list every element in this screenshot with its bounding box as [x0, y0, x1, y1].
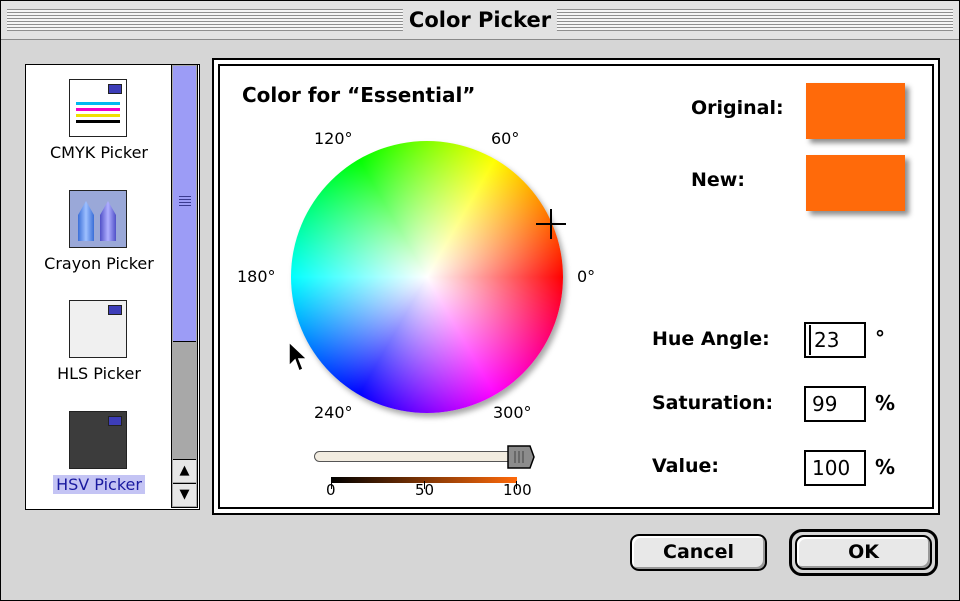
mouse-pointer-icon [288, 341, 308, 373]
original-label: Original: [691, 97, 784, 119]
picker-item-label: Crayon Picker [44, 254, 154, 273]
value-scale-max: 100 [503, 481, 532, 499]
hue-saturation-wheel[interactable] [291, 141, 563, 413]
degree-label-60: 60° [491, 129, 520, 148]
value-scale-min: 0 [326, 481, 336, 499]
text-caret [809, 325, 811, 355]
value-input[interactable] [804, 450, 866, 486]
value-unit: % [875, 455, 896, 479]
value-slider-thumb[interactable] [507, 445, 535, 472]
saturation-label: Saturation: [652, 392, 774, 414]
window-title: Color Picker [402, 6, 558, 34]
picker-item-hsv[interactable]: HSV Picker [26, 411, 172, 509]
hls-picker-icon [69, 300, 127, 358]
saturation-input[interactable] [804, 386, 866, 422]
scroll-up-button[interactable]: ▲ [173, 459, 196, 482]
new-color-swatch [806, 155, 905, 211]
picker-item-label: HLS Picker [57, 364, 141, 383]
value-slider-track[interactable] [314, 451, 534, 462]
grip-icon [179, 196, 191, 207]
hsv-picker-icon [69, 411, 127, 469]
picker-item-label-selected: HSV Picker [26, 475, 172, 494]
saturation-unit: % [875, 391, 896, 415]
value-label: Value: [652, 455, 720, 477]
color-picker-window: Color Picker CMYK Picker Crayon Picker H… [0, 0, 960, 601]
color-crosshair-icon-vertical [550, 209, 552, 239]
crayon-picker-icon [69, 190, 127, 248]
degree-label-0: 0° [577, 267, 596, 286]
hue-angle-label: Hue Angle: [652, 328, 770, 350]
degree-label-300: 300° [493, 403, 532, 422]
ok-button[interactable]: OK [795, 535, 932, 570]
new-label: New: [691, 169, 745, 191]
cancel-button[interactable]: Cancel [630, 534, 767, 571]
hue-angle-input[interactable] [804, 322, 866, 358]
picker-item-crayon[interactable]: Crayon Picker [26, 190, 172, 300]
title-bar[interactable]: Color Picker [1, 1, 959, 40]
original-color-swatch [806, 83, 905, 139]
picker-list-scrollbar[interactable]: ▲ ▼ [171, 64, 198, 508]
hue-unit: ° [875, 326, 885, 350]
value-scale-mid: 50 [415, 481, 435, 499]
scroll-thumb[interactable] [173, 66, 196, 342]
picker-item-hls[interactable]: HLS Picker [26, 300, 172, 410]
degree-label-180: 180° [237, 267, 276, 286]
picker-item-cmyk[interactable]: CMYK Picker [26, 79, 172, 189]
cmyk-picker-icon [69, 79, 127, 137]
scroll-down-button[interactable]: ▼ [173, 483, 196, 506]
degree-label-240: 240° [314, 403, 353, 422]
color-for-heading: Color for “Essential” [242, 83, 476, 107]
picker-item-label: CMYK Picker [50, 143, 148, 162]
degree-label-120: 120° [314, 129, 353, 148]
